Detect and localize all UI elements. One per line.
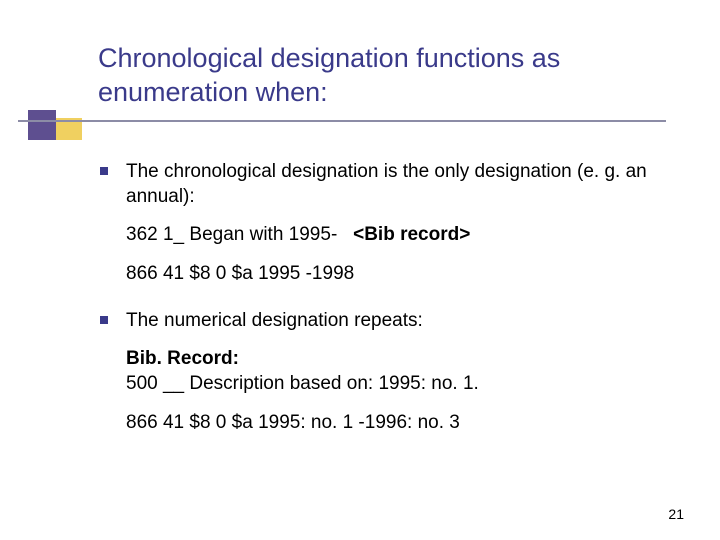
bullet-text: The numerical designation repeats: [126, 309, 660, 334]
slide-body: The chronological designation is the onl… [100, 160, 660, 450]
code-line: 500 __ Description based on: 1995: no. 1… [126, 372, 660, 397]
accent-box-dark [28, 110, 56, 140]
code-line: 866 41 $8 0 $a 1995: no. 1 -1996: no. 3 [126, 411, 660, 436]
square-bullet-icon [100, 167, 108, 175]
code-line: 866 41 $8 0 $a 1995 -1998 [126, 262, 660, 287]
slide: Chronological designation functions as e… [0, 0, 720, 540]
slide-title: Chronological designation functions as e… [98, 42, 658, 110]
bullet-item: The numerical designation repeats: [100, 309, 660, 334]
code-line: Bib. Record: [126, 347, 660, 372]
bib-record-label: <Bib record> [353, 223, 470, 248]
bullet-text: The chronological designation is the onl… [126, 160, 660, 209]
spacer [100, 301, 660, 309]
page-number: 21 [668, 506, 684, 522]
square-bullet-icon [100, 316, 108, 324]
title-underline [18, 120, 666, 122]
bib-record-heading: Bib. Record: [126, 348, 239, 369]
line-prefix: 362 1_ Began with 1995- [126, 224, 353, 245]
bullet-item: The chronological designation is the onl… [100, 160, 660, 209]
slide-title-block: Chronological designation functions as e… [98, 42, 658, 110]
code-line: 362 1_ Began with 1995- <Bib record> [126, 223, 660, 248]
